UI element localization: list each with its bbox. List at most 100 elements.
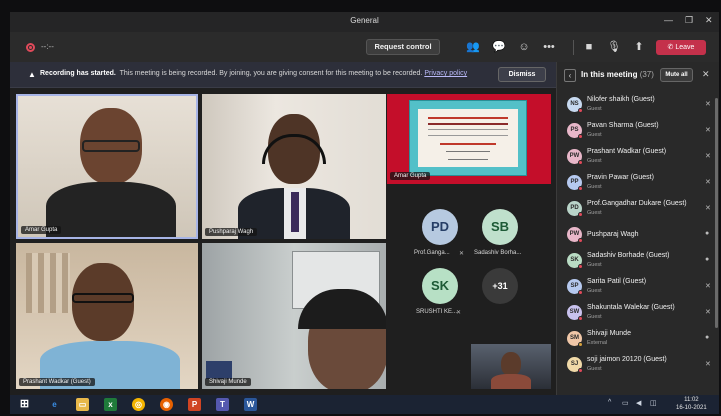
dismiss-button[interactable]: Dismiss — [498, 67, 546, 82]
powerpoint-icon[interactable]: P — [188, 398, 201, 411]
slide-line — [440, 143, 496, 145]
participant-avatar[interactable]: SK — [422, 268, 458, 304]
presence-dot — [578, 264, 583, 269]
excel-icon[interactable]: x — [104, 398, 117, 411]
participant-row[interactable]: SP Sarita Patil (Guest) Guest ✕ — [557, 274, 719, 300]
file-explorer-icon[interactable]: ▭ — [76, 398, 89, 411]
participant-name: Sadashiv Borhade (Guest) — [587, 252, 670, 259]
participant-name: soji jaimon 20120 (Guest) — [587, 356, 667, 363]
clock-date: 16-10-2021 — [676, 405, 707, 411]
mute-all-button[interactable]: Mute all — [660, 68, 693, 82]
microphone-off-icon[interactable]: 🎙 — [605, 39, 623, 55]
participant-name-tag: Amar Gupta — [21, 226, 62, 234]
reactions-icon[interactable]: ☺ — [515, 39, 533, 55]
participant-name: Pravin Pawar (Guest) — [587, 174, 654, 181]
microphone-off-icon: ✕ — [705, 283, 711, 290]
slide-line — [446, 151, 490, 152]
presence-dot — [578, 368, 583, 373]
participant-row[interactable]: SJ soji jaimon 20120 (Guest) Guest ✕ — [557, 352, 719, 378]
firefox-icon[interactable]: ◉ — [160, 398, 173, 411]
panel-header: ‹ In this meeting (37) Mute all ✕ — [557, 62, 719, 88]
participants-panel: ‹ In this meeting (37) Mute all ✕ NS Nilo… — [556, 62, 719, 395]
system-clock[interactable]: 11:02 16-10-2021 — [676, 396, 707, 412]
banner-text: Recording has started. This meeting is b… — [40, 70, 467, 77]
participant-avatar[interactable]: SB — [482, 209, 518, 245]
maximize-icon[interactable]: ❐ — [685, 15, 693, 26]
microphone-off-icon: ✕ — [705, 179, 711, 186]
microphone-icon: ● — [705, 256, 710, 263]
video-tile[interactable]: Prashant Wadkar (Guest) — [16, 243, 198, 389]
participant-video — [501, 352, 521, 376]
participant-name: Prof.Gangadhar Dukare (Guest) — [587, 200, 687, 207]
teams-icon[interactable]: T — [216, 398, 229, 411]
request-control-button[interactable]: Request control — [366, 39, 440, 55]
participant-role: Guest — [587, 366, 602, 372]
presence-dot — [578, 342, 583, 347]
glasses-shape — [72, 293, 134, 303]
participant-count: (37) — [639, 70, 654, 79]
participant-role: Guest — [587, 184, 602, 190]
participant-role: Guest — [587, 132, 602, 138]
participant-role: Guest — [587, 262, 602, 268]
participant-row[interactable]: PW Pushparaj Wagh ● — [557, 222, 719, 248]
presence-dot — [578, 186, 583, 191]
people-icon[interactable]: 👥 — [464, 39, 482, 55]
participant-body — [491, 374, 531, 389]
chrome-icon[interactable]: ◎ — [132, 398, 145, 411]
participant-row[interactable]: PS Pavan Sharma (Guest) Guest ✕ — [557, 118, 719, 144]
leave-button[interactable]: ✆ Leave — [656, 40, 706, 55]
windows-start-icon[interactable]: ⊞ — [18, 398, 31, 411]
slide-line — [428, 117, 508, 119]
participant-name: Shivaji Munde — [587, 330, 631, 337]
video-tile[interactable]: Pushparaj Wagh — [202, 94, 386, 239]
more-options-icon[interactable]: ••• — [540, 39, 558, 55]
participant-name-tag: Prashant Wadkar (Guest) — [19, 378, 95, 386]
scrollbar[interactable] — [715, 98, 718, 328]
participant-body — [46, 182, 176, 237]
leave-label: Leave — [675, 44, 695, 51]
presenter-name-tag: Amar Gupta — [390, 172, 431, 180]
warning-icon: ▲ — [28, 70, 36, 79]
network-icon[interactable]: ◫ — [650, 399, 657, 407]
share-screen-icon[interactable]: ⬆ — [630, 39, 648, 55]
tray-chevron-icon[interactable]: ^ — [608, 399, 611, 406]
self-video-tile[interactable] — [471, 344, 551, 389]
taskbar: ⊞ e ▭ x ◎ ◉ P T W ^ ▭ ◀ ◫ 11:02 16-10-20… — [10, 395, 719, 414]
presence-dot — [578, 108, 583, 113]
participant-row[interactable]: SW Shakuntala Walekar (Guest) Guest ✕ — [557, 300, 719, 326]
microphone-off-icon: ✕ — [459, 251, 465, 257]
participant-row[interactable]: PW Prashant Wadkar (Guest) Guest ✕ — [557, 144, 719, 170]
recording-banner: ▲ Recording has started. This meeting is… — [10, 62, 556, 88]
participant-row[interactable]: PP Pravin Pawar (Guest) Guest ✕ — [557, 170, 719, 196]
volume-icon[interactable]: ◀ — [636, 399, 641, 407]
microphone-off-icon: ✕ — [705, 127, 711, 134]
participant-row[interactable]: SM Shivaji Munde External ● — [557, 326, 719, 352]
participant-row[interactable]: SK Sadashiv Borhade (Guest) Guest ● — [557, 248, 719, 274]
edge-browser-icon[interactable]: e — [48, 398, 61, 411]
battery-icon[interactable]: ▭ — [622, 399, 629, 407]
video-tile[interactable]: Shivaji Munde — [202, 243, 386, 389]
close-panel-icon[interactable]: ✕ — [702, 69, 710, 80]
participant-role: Guest — [587, 158, 602, 164]
camera-icon[interactable]: ■ — [580, 39, 598, 55]
word-icon[interactable]: W — [244, 398, 257, 411]
window-title: General — [350, 16, 379, 25]
slide-content — [418, 109, 518, 167]
close-window-icon[interactable]: ✕ — [705, 15, 713, 26]
participant-avatar[interactable]: PD — [422, 209, 458, 245]
participant-name: Sarita Patil (Guest) — [587, 278, 647, 285]
more-participants-button[interactable]: +31 — [482, 268, 518, 304]
chat-icon[interactable]: 💬 — [490, 39, 508, 55]
participant-row[interactable]: NS Nilofer shaikh (Guest) Guest ✕ — [557, 92, 719, 118]
clock-time: 11:02 — [684, 397, 699, 403]
video-tile[interactable]: Amar Gupta — [16, 94, 198, 239]
privacy-policy-link[interactable]: Privacy policy — [424, 70, 467, 77]
participant-role: Guest — [587, 106, 602, 112]
back-icon[interactable]: ‹ — [564, 69, 576, 82]
participant-role: Guest — [587, 288, 602, 294]
presence-dot — [578, 238, 583, 243]
minimize-icon[interactable]: — — [664, 15, 673, 25]
shared-content-tile[interactable]: Amar Gupta — [387, 94, 551, 184]
meeting-timer: --:-- — [41, 42, 54, 51]
participant-row[interactable]: PD Prof.Gangadhar Dukare (Guest) Guest ✕ — [557, 196, 719, 222]
